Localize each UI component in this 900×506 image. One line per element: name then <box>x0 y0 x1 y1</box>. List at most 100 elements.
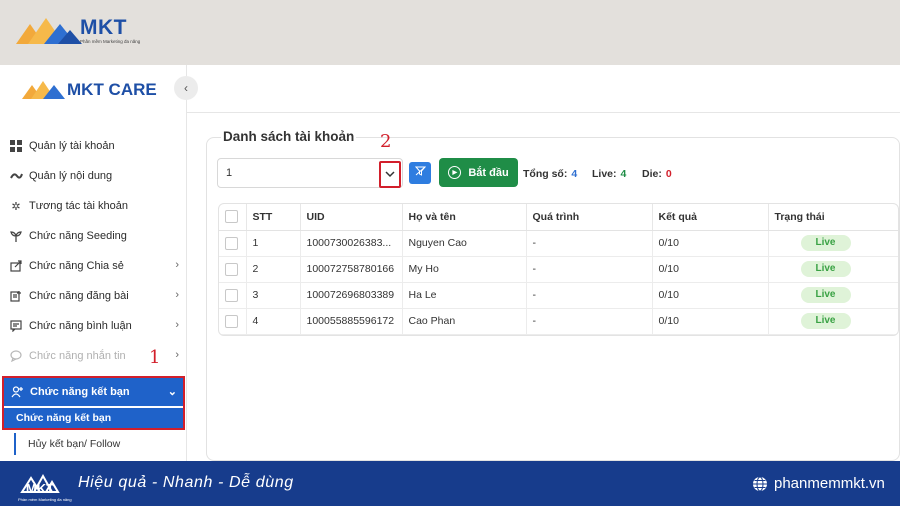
die-count: Die: 0 <box>642 168 672 180</box>
post-icon <box>9 289 23 303</box>
content-icon <box>9 169 23 183</box>
table-row[interactable]: 1 1000730026383... Nguyen Cao - 0/10 Liv… <box>219 230 898 257</box>
clear-filter-button[interactable] <box>409 162 431 184</box>
table-row[interactable]: 4 100055885596172 Cao Phan - 0/10 Live <box>219 308 898 335</box>
filter-off-icon <box>414 166 426 179</box>
chevron-down-icon <box>385 169 395 181</box>
select-dropdown-button[interactable] <box>379 161 401 188</box>
sidebar-item-account-interaction[interactable]: ✲ Tương tác tài khoản <box>0 191 187 221</box>
chevron-right-icon: › <box>175 289 179 301</box>
status-badge: Live <box>800 261 851 277</box>
annotation-number-2: 2 <box>380 131 392 152</box>
sidebar-item-label: Chức năng Seeding <box>29 230 127 242</box>
cell-process: - <box>526 230 653 257</box>
live-value: 4 <box>620 168 627 180</box>
share-icon <box>9 259 23 273</box>
total-label: Tổng số: <box>523 168 568 180</box>
chat-icon <box>9 349 23 363</box>
account-table: STT UID Họ và tên Quá trình Kết quả Trạn… <box>218 203 899 336</box>
play-icon: ▶ <box>448 166 462 179</box>
cell-uid: 100072758780166 <box>300 256 403 283</box>
app-name: MKT CARE <box>67 80 157 99</box>
chevron-down-icon: ⌄ <box>167 386 177 398</box>
row-checkbox-cell[interactable] <box>219 256 247 283</box>
cell-process: - <box>526 282 653 309</box>
status-badge: Live <box>800 287 851 303</box>
select-all-checkbox[interactable] <box>225 210 238 224</box>
sidebar-item-comment[interactable]: Chức năng bình luận › <box>0 311 187 341</box>
sidebar-item-label: Chức năng đăng bài <box>29 290 129 302</box>
sidebar: MKT CARE Quản lý tài khoản Quản lý nội d… <box>0 65 187 461</box>
chevron-left-icon: ‹ <box>184 81 188 95</box>
live-label: Live: <box>592 168 617 180</box>
cell-name: Cao Phan <box>402 308 527 335</box>
table-header-row: STT UID Họ và tên Quá trình Kết quả Trạn… <box>219 204 898 231</box>
table-row[interactable]: 3 100072696803389 Ha Le - 0/10 Live <box>219 282 898 309</box>
cell-stt: 4 <box>246 308 301 335</box>
col-uid: UID <box>300 204 403 231</box>
row-checkbox-cell[interactable] <box>219 230 247 257</box>
sidebar-item-content-management[interactable]: Quản lý nội dung <box>0 161 187 191</box>
row-checkbox-cell[interactable] <box>219 282 247 309</box>
app-window: MKT CARE Quản lý tài khoản Quản lý nội d… <box>0 65 900 461</box>
cell-name: Ha Le <box>402 282 527 309</box>
table-row[interactable]: 2 100072758780166 My Ho - 0/10 Live <box>219 256 898 283</box>
row-checkbox[interactable] <box>225 236 238 250</box>
start-button-label: Bắt đầu <box>468 166 509 179</box>
sparkle-icon: ✲ <box>11 200 21 213</box>
col-status: Trạng thái <box>768 204 898 231</box>
status-badge: Live <box>800 235 851 251</box>
chevron-right-icon: › <box>175 259 179 271</box>
sidebar-menu: Quản lý tài khoản Quản lý nội dung ✲ Tươ… <box>0 131 187 371</box>
sidebar-item-label: Chức năng Chia sẻ <box>29 260 124 272</box>
col-result: Kết quả <box>652 204 769 231</box>
globe-icon <box>753 476 767 491</box>
brand-tagline: Phần mềm Marketing đa năng <box>80 39 141 44</box>
sidebar-subitem-add-friend[interactable]: Chức năng kết bạn <box>4 408 183 428</box>
sidebar-item-add-friend[interactable]: Chức năng kết bạn ⌄ <box>4 378 183 406</box>
sidebar-item-label: Tương tác tài khoản <box>29 200 128 212</box>
sidebar-item-post[interactable]: Chức năng đăng bài › <box>0 281 187 311</box>
grid-icon <box>9 139 23 153</box>
cell-process: - <box>526 308 653 335</box>
sidebar-item-share[interactable]: Chức năng Chia sẻ › <box>0 251 187 281</box>
die-value: 0 <box>665 168 672 180</box>
sidebar-item-seeding[interactable]: Chức năng Seeding <box>0 221 187 251</box>
collapse-sidebar-button[interactable]: ‹ <box>174 76 198 100</box>
cell-result: 0/10 <box>652 230 769 257</box>
col-stt: STT <box>246 204 301 231</box>
brand-name: MKT <box>80 16 127 39</box>
select-all-checkbox-cell[interactable] <box>219 204 247 231</box>
add-friend-icon <box>11 385 25 399</box>
cell-status: Live <box>768 230 898 257</box>
col-name: Họ và tên <box>402 204 527 231</box>
sidebar-item-account-management[interactable]: Quản lý tài khoản <box>0 131 187 161</box>
sidebar-item-label: Chức năng nhắn tin <box>29 350 126 362</box>
cell-name: Nguyen Cao <box>402 230 527 257</box>
banner-brand-name: MKT <box>25 481 55 496</box>
cell-stt: 2 <box>246 256 301 283</box>
top-brand-band: MKT Phần mềm Marketing đa năng <box>0 0 900 65</box>
select-value: 1 <box>226 167 233 179</box>
row-checkbox[interactable] <box>225 314 238 328</box>
row-checkbox-cell[interactable] <box>219 308 247 335</box>
sidebar-group-add-friend: Chức năng kết bạn ⌄ Chức năng kết bạn <box>2 376 185 430</box>
cell-status: Live <box>768 282 898 309</box>
start-button[interactable]: ▶ Bắt đầu <box>439 158 518 187</box>
cell-status: Live <box>768 256 898 283</box>
sidebar-subitem-unfriend-follow[interactable]: Hủy kết bạn/ Follow <box>14 433 120 455</box>
cell-result: 0/10 <box>652 308 769 335</box>
banner-website[interactable]: phanmemmkt.vn <box>752 475 885 492</box>
row-checkbox[interactable] <box>225 262 238 276</box>
cell-result: 0/10 <box>652 256 769 283</box>
col-process: Quá trình <box>526 204 653 231</box>
row-checkbox[interactable] <box>225 288 238 302</box>
annotation-number-1: 1 <box>149 347 161 368</box>
cell-uid: 1000730026383... <box>300 230 403 257</box>
bottom-banner: MKT Phần mềm Marketing đa năng Hiệu quả … <box>0 461 900 506</box>
chevron-right-icon: › <box>175 319 179 331</box>
cell-stt: 3 <box>246 282 301 309</box>
account-group-select[interactable]: 1 <box>217 158 403 188</box>
cell-name: My Ho <box>402 256 527 283</box>
sidebar-item-label: Quản lý nội dung <box>29 170 113 182</box>
